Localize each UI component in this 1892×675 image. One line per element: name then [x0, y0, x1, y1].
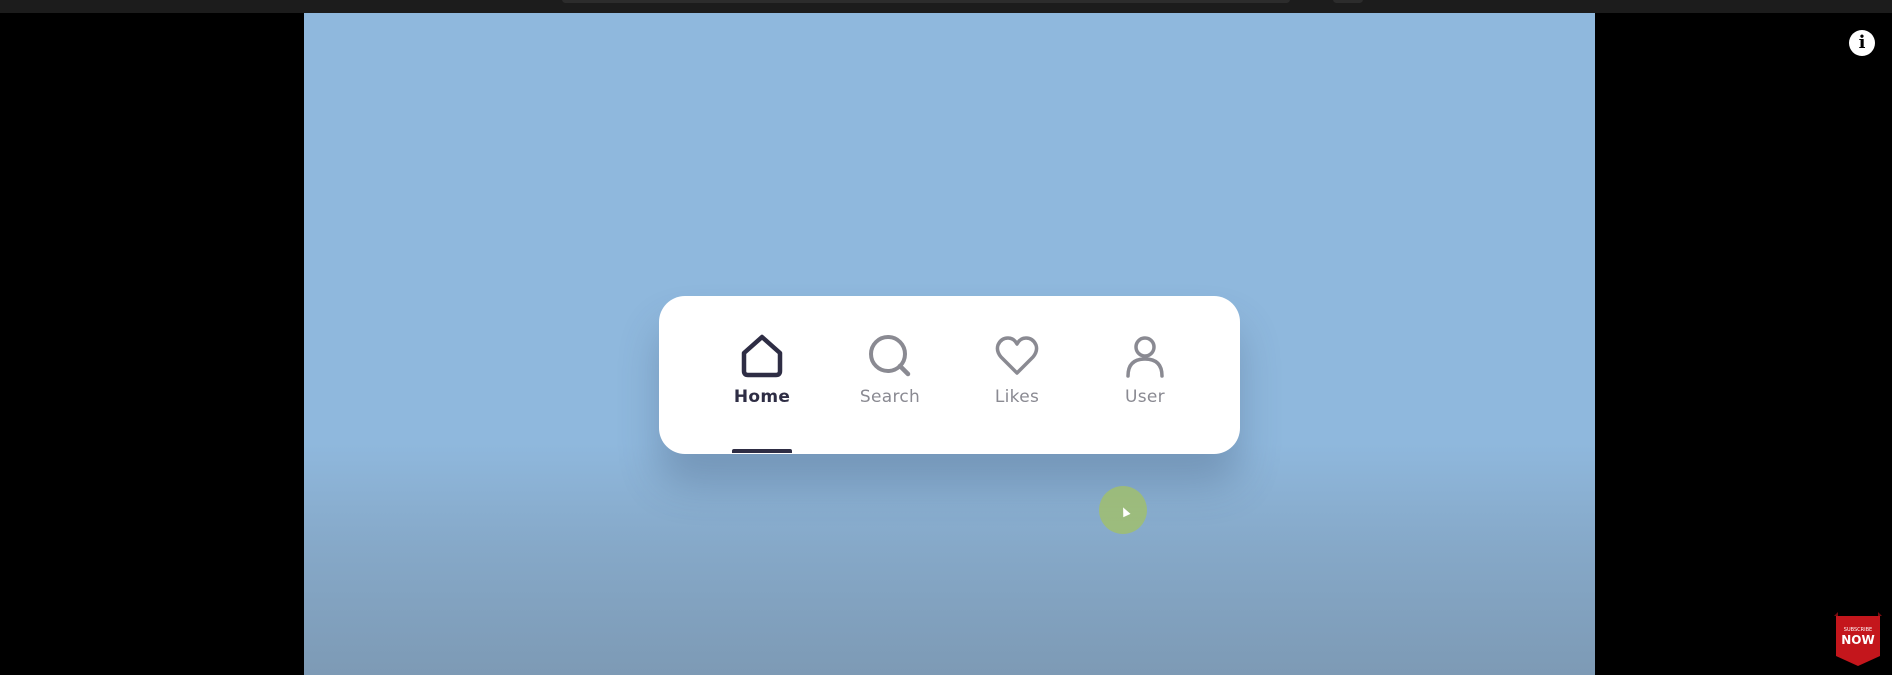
heart-icon: [995, 336, 1039, 375]
mouse-pointer-icon: [1119, 505, 1131, 518]
nav-item-user[interactable]: User: [1090, 333, 1200, 423]
cursor-highlight: [1099, 486, 1147, 534]
subscribe-now-badge[interactable]: SUBSCRIBE NOW: [1834, 612, 1882, 667]
toolbar-button[interactable]: [1333, 0, 1363, 3]
subscribe-now-label: NOW: [1841, 633, 1875, 647]
nav-label-likes: Likes: [994, 387, 1040, 407]
search-icon: [869, 335, 911, 377]
user-icon: [1126, 336, 1164, 378]
nav-label-home: Home: [733, 387, 791, 407]
address-bar[interactable]: [562, 0, 1290, 3]
player-top-bar: [0, 0, 1892, 13]
video-frame[interactable]: Home Search Likes User: [304, 13, 1595, 675]
info-icon[interactable]: i: [1849, 30, 1875, 56]
bottom-navigation-bar: Home Search Likes User: [659, 296, 1240, 454]
home-icon: [741, 334, 783, 378]
nav-item-likes[interactable]: Likes: [962, 333, 1072, 423]
nav-item-home[interactable]: Home: [707, 333, 817, 423]
nav-label-user: User: [1125, 387, 1165, 407]
active-tab-indicator: [732, 449, 792, 453]
nav-label-search: Search: [859, 387, 921, 407]
page: Home Search Likes User i SUBSCRIBE NOW: [0, 0, 1892, 675]
nav-item-search[interactable]: Search: [835, 333, 945, 423]
